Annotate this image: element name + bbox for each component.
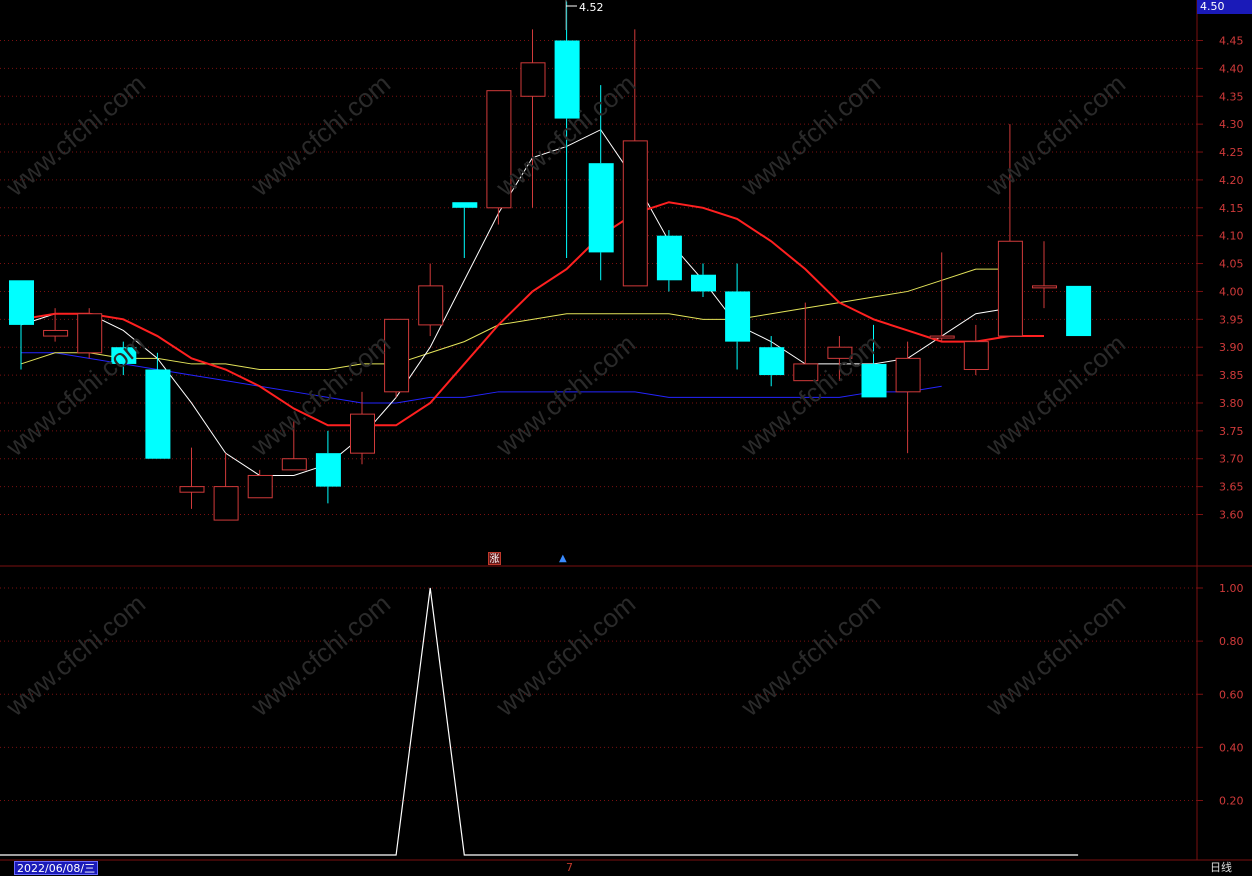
price-tick-label: 4.35 <box>1219 90 1244 103</box>
candle-body-down <box>145 369 171 459</box>
candle-body-up <box>350 413 375 454</box>
candle-body-up <box>963 341 989 371</box>
candle-body-down <box>588 163 614 253</box>
candle-body-up <box>1032 285 1057 289</box>
candle-body-down <box>861 363 887 398</box>
candle-body-up <box>793 363 819 382</box>
candlesticks <box>9 1 1092 521</box>
indicator-tick-label: 0.60 <box>1219 688 1244 701</box>
price-tick-label: 3.90 <box>1219 341 1244 354</box>
up-arrow-icon[interactable]: ▲ <box>559 554 567 564</box>
candle-body-down <box>554 40 580 119</box>
candle-body-up <box>895 357 921 393</box>
cursor-index: 7 <box>566 861 573 874</box>
candle-body-down <box>725 291 751 342</box>
candle-body-up <box>384 318 410 393</box>
price-tick-label: 4.30 <box>1219 118 1244 131</box>
candle-body-down <box>452 202 478 208</box>
candle-body-down <box>111 347 137 364</box>
candle-body-up <box>622 140 648 287</box>
candle-body-down <box>759 347 785 376</box>
price-tick-label: 3.65 <box>1219 481 1244 494</box>
candle-body-down <box>656 235 682 281</box>
price-tick-label: 4.00 <box>1219 285 1244 298</box>
zhang-tag[interactable]: 涨 <box>488 552 501 565</box>
candle-body-down <box>691 274 716 292</box>
candle-body-up <box>929 335 955 339</box>
price-tick-label: 3.85 <box>1219 369 1244 382</box>
indicator-line <box>0 587 1079 856</box>
indicator-tick-label: 0.20 <box>1219 795 1244 808</box>
high-marker: 4.52 <box>579 1 604 14</box>
candle-body-up <box>247 474 273 499</box>
price-tick-label: 3.70 <box>1219 453 1244 466</box>
price-tick-label: 3.60 <box>1219 509 1244 522</box>
last-price-badge: 4.50 <box>1197 0 1252 14</box>
price-tick-label: 4.25 <box>1219 146 1244 159</box>
candle-body-up <box>43 329 69 337</box>
price-tick-label: 4.45 <box>1219 35 1244 48</box>
ma-yellow-line <box>20 268 1010 371</box>
candle-body-down <box>315 453 341 487</box>
candle-body-up <box>77 313 103 354</box>
candle-body-down <box>9 280 34 325</box>
candle-body-up <box>179 486 205 493</box>
indicator-tick-label: 0.80 <box>1219 635 1244 648</box>
indicator-tick-label: 1.00 <box>1219 582 1244 595</box>
price-tick-label: 3.75 <box>1219 425 1244 438</box>
candle-body-up <box>281 458 307 471</box>
candle-body-up <box>418 285 444 326</box>
price-tick-label: 4.15 <box>1219 202 1244 215</box>
candle-body-up <box>486 90 512 209</box>
price-tick-label: 4.05 <box>1219 258 1244 271</box>
cursor-date: 2022/06/08/三 <box>14 861 99 875</box>
indicator-tick-label: 0.40 <box>1219 741 1244 754</box>
price-tick-label: 4.40 <box>1219 62 1244 75</box>
indicator-grid <box>0 587 1197 801</box>
period-label[interactable]: 日线 <box>1210 861 1232 875</box>
candle-body-up <box>520 62 546 97</box>
price-tick-label: 3.80 <box>1219 397 1244 410</box>
indicator-series <box>0 587 1079 856</box>
price-tick-label: 4.20 <box>1219 174 1244 187</box>
candle-body-down <box>1066 285 1092 337</box>
candle-body-up <box>827 346 853 359</box>
candle-body-up <box>997 240 1023 337</box>
price-axis: 3.60 3.65 3.70 3.75 3.80 3.85 3.90 3.95 4.00 4.05… <box>1197 35 1244 808</box>
kline-chart[interactable]: 3.60 3.65 3.70 3.75 3.80 3.85 3.90 3.95 4.00 4.05… <box>0 0 1252 875</box>
price-tick-label: 3.95 <box>1219 313 1244 326</box>
price-tick-label: 4.10 <box>1219 230 1244 243</box>
candle-body-up <box>213 486 239 521</box>
